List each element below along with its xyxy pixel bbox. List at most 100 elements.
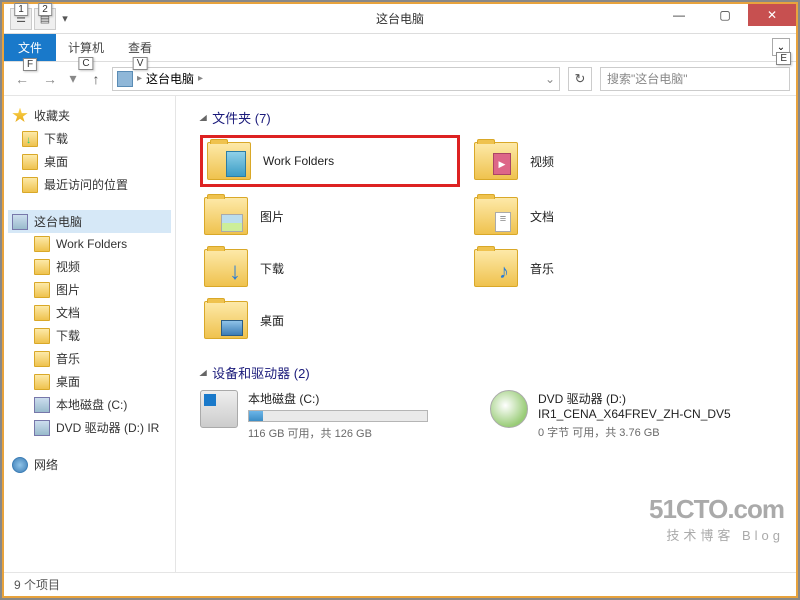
key-hint: E bbox=[776, 52, 791, 65]
tab-view-label: 查看 bbox=[128, 41, 152, 55]
folder-item-wf[interactable]: Work Folders bbox=[200, 135, 460, 187]
drive-item[interactable]: DVD 驱动器 (D:) IR1_CENA_X64FREV_ZH-CN_DV5 0… bbox=[490, 390, 770, 441]
tree-network: 网络 bbox=[8, 453, 171, 476]
navigation-tree: 收藏夹 下载 桌面 最近访问的位置 这台电脑 Work Folders 视频 图… bbox=[4, 96, 176, 572]
forward-button[interactable]: → bbox=[38, 67, 62, 91]
folder-icon bbox=[204, 197, 248, 235]
address-bar[interactable]: ▸ 这台电脑 ▸ ⌄ bbox=[112, 67, 560, 91]
tree-item-desktop[interactable]: 桌面 bbox=[8, 370, 171, 393]
tree-item-desktop[interactable]: 桌面 bbox=[8, 150, 171, 173]
folder-item-desk[interactable]: 桌面 bbox=[200, 297, 460, 343]
tree-item-videos[interactable]: 视频 bbox=[8, 255, 171, 278]
tree-item-recent[interactable]: 最近访问的位置 bbox=[8, 173, 171, 196]
folder-item-vid[interactable]: 视频 bbox=[470, 135, 730, 187]
folders-grid: Work Folders 视频图片 文档下载 音乐桌面 bbox=[190, 133, 782, 359]
drive-icon bbox=[34, 397, 50, 413]
key-hint: C bbox=[78, 57, 93, 70]
folder-icon bbox=[34, 305, 50, 321]
tab-file[interactable]: 文件 F bbox=[4, 34, 56, 61]
folder-icon bbox=[204, 249, 248, 287]
content-pane: 文件夹 (7) Work Folders 视频图片 文档下载 音乐桌面 设备和驱动器 … bbox=[176, 96, 796, 572]
close-button[interactable]: ✕ bbox=[748, 4, 796, 26]
folder-icon bbox=[34, 374, 50, 390]
dropdown-icon[interactable]: ⌄ bbox=[545, 72, 555, 86]
tree-pc: 这台电脑 Work Folders 视频 图片 文档 下载 音乐 桌面 本地磁盘… bbox=[8, 210, 171, 439]
window-title: 这台电脑 bbox=[376, 10, 424, 27]
tree-favorites: 收藏夹 下载 桌面 最近访问的位置 bbox=[8, 104, 171, 196]
tree-item-downloads[interactable]: 下载 bbox=[8, 324, 171, 347]
key-hint: 2 bbox=[38, 3, 52, 16]
ribbon-expand-button[interactable]: ⌄E bbox=[772, 38, 790, 56]
chevron-right-icon: ▸ bbox=[137, 73, 142, 84]
network-icon bbox=[12, 457, 28, 473]
folder-name: 桌面 bbox=[260, 312, 284, 329]
quick-access-toolbar: ☰1 ▤2 ▾ bbox=[4, 8, 72, 30]
drive-name: DVD 驱动器 (D:) IR1_CENA_X64FREV_ZH-CN_DV5 bbox=[538, 390, 770, 421]
folder-name: 音乐 bbox=[530, 260, 554, 277]
breadcrumb-text: 这台电脑 bbox=[146, 70, 194, 87]
hdd-icon bbox=[200, 390, 238, 428]
tree-item-music[interactable]: 音乐 bbox=[8, 347, 171, 370]
history-dropdown[interactable]: ▾ bbox=[66, 67, 80, 91]
title-bar: ☰1 ▤2 ▾ 这台电脑 — ▢ ✕ bbox=[4, 4, 796, 34]
folder-icon bbox=[34, 328, 50, 344]
tree-item-drive-d[interactable]: DVD 驱动器 (D:) IR bbox=[8, 416, 171, 439]
minimize-button[interactable]: — bbox=[656, 4, 702, 26]
qat-dropdown-icon[interactable]: ▾ bbox=[58, 8, 72, 30]
tree-item-documents[interactable]: 文档 bbox=[8, 301, 171, 324]
refresh-button[interactable]: ↻ bbox=[568, 67, 592, 91]
folder-item-pic[interactable]: 图片 bbox=[200, 193, 460, 239]
ribbon-tabs: 文件 F 计算机 C 查看 V ⌄E bbox=[4, 34, 796, 62]
up-button[interactable]: ↑ bbox=[84, 67, 108, 91]
maximize-button[interactable]: ▢ bbox=[702, 4, 748, 26]
status-bar: 9 个项目 bbox=[4, 572, 796, 596]
tree-network-root[interactable]: 网络 bbox=[8, 453, 171, 476]
tab-file-label: 文件 bbox=[18, 39, 42, 56]
folders-section-header[interactable]: 文件夹 (7) bbox=[190, 104, 782, 133]
watermark: 51CTO.com 技术博客 Blog bbox=[649, 494, 784, 544]
watermark-sub: 技术博客 Blog bbox=[649, 525, 784, 544]
body: 收藏夹 下载 桌面 最近访问的位置 这台电脑 Work Folders 视频 图… bbox=[4, 96, 796, 572]
qat-properties-icon[interactable]: ☰1 bbox=[10, 8, 32, 30]
folder-icon bbox=[22, 177, 38, 193]
folder-item-dl2[interactable]: 下载 bbox=[200, 245, 460, 291]
tree-favorites-root[interactable]: 收藏夹 bbox=[8, 104, 171, 127]
tree-item-pictures[interactable]: 图片 bbox=[8, 278, 171, 301]
tab-computer[interactable]: 计算机 C bbox=[56, 35, 116, 60]
navigation-bar: ← → ▾ ↑ ▸ 这台电脑 ▸ ⌄ ↻ 搜索"这台电脑" bbox=[4, 62, 796, 96]
folder-name: 文档 bbox=[530, 208, 554, 225]
status-text: 9 个项目 bbox=[14, 576, 60, 593]
folder-icon bbox=[34, 351, 50, 367]
folder-item-mus[interactable]: 音乐 bbox=[470, 245, 730, 291]
folder-icon bbox=[34, 259, 50, 275]
drive-item[interactable]: 本地磁盘 (C:)116 GB 可用，共 126 GB bbox=[200, 390, 480, 441]
search-placeholder: 搜索"这台电脑" bbox=[607, 70, 688, 87]
tree-item-downloads[interactable]: 下载 bbox=[8, 127, 171, 150]
folder-icon bbox=[34, 236, 50, 252]
key-hint: V bbox=[133, 57, 148, 70]
drive-stats: 0 字节 可用，共 3.76 GB bbox=[538, 424, 770, 440]
search-input[interactable]: 搜索"这台电脑" bbox=[600, 67, 790, 91]
pc-icon bbox=[117, 71, 133, 87]
folder-icon bbox=[204, 301, 248, 339]
folder-name: 下载 bbox=[260, 260, 284, 277]
tree-item-drive-c[interactable]: 本地磁盘 (C:) bbox=[8, 393, 171, 416]
folder-icon bbox=[22, 131, 38, 147]
tab-view[interactable]: 查看 V bbox=[116, 35, 164, 60]
drives-grid: 本地磁盘 (C:)116 GB 可用，共 126 GBDVD 驱动器 (D:) … bbox=[190, 388, 782, 457]
drives-section-header[interactable]: 设备和驱动器 (2) bbox=[190, 359, 782, 388]
tree-item-workfolders[interactable]: Work Folders bbox=[8, 233, 171, 255]
star-icon bbox=[12, 108, 28, 124]
chevron-right-icon: ▸ bbox=[198, 73, 203, 84]
key-hint: 1 bbox=[14, 3, 28, 16]
tree-pc-root[interactable]: 这台电脑 bbox=[8, 210, 171, 233]
folder-item-doc[interactable]: 文档 bbox=[470, 193, 730, 239]
dvd-icon bbox=[34, 420, 50, 436]
folder-icon bbox=[34, 282, 50, 298]
folder-name: 视频 bbox=[530, 153, 554, 170]
folder-icon bbox=[474, 249, 518, 287]
watermark-main: 51CTO.com bbox=[649, 494, 784, 525]
folder-name: 图片 bbox=[260, 208, 284, 225]
qat-new-folder-icon[interactable]: ▤2 bbox=[34, 8, 56, 30]
pc-icon bbox=[12, 214, 28, 230]
